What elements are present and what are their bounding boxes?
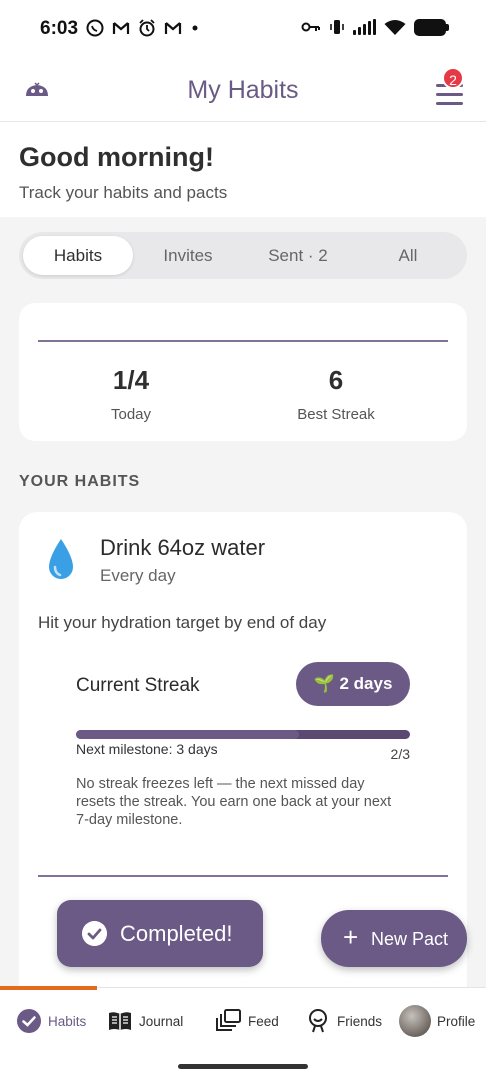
habit-description: Hit your hydration target by end of day [38,613,327,632]
new-pact-button[interactable]: + New Pact [321,910,467,967]
habit-frequency: Every day [100,566,176,585]
bottom-navigation: Habits Journal Feed Friends Profile [0,986,486,1080]
greeting-subtitle: Track your habits and pacts [19,183,228,202]
tab-all[interactable]: All [353,236,463,275]
alarm-icon [139,19,155,37]
signal-icon [353,19,376,35]
notification-badge: 2 [442,67,464,89]
stat-best-streak: 6 Best Streak [236,365,436,423]
nav-friends[interactable]: Friends [305,1006,382,1036]
wifi-icon [384,19,406,35]
stat-best-label: Best Streak [297,406,375,423]
nav-journal[interactable]: Journal [107,1006,183,1036]
vpn-key-icon [301,22,320,32]
nav-label: Profile [437,1013,476,1029]
completed-button[interactable]: Completed! [57,900,263,967]
stat-today-label: Today [110,406,152,423]
greeting-title: Good morning! [19,142,214,172]
streak-badge: 🌱 2 days [296,662,410,706]
streak-freeze-note: No streak freezes left — the next missed… [76,776,392,828]
nav-label: Habits [48,1013,87,1029]
menu-icon-line [436,93,463,96]
stat-today-value: 1/4 [112,365,150,395]
layers-icon [216,1009,241,1031]
system-icons [301,18,449,36]
next-milestone: Next milestone: 3 days [76,741,218,757]
nav-label: Feed [248,1013,279,1029]
stat-today: 1/4 Today [31,365,231,423]
home-indicator[interactable] [178,1064,308,1069]
greeting-section: Good morning! Track your habits and pact… [0,122,486,217]
page-title: My Habits [187,76,299,104]
nav-profile[interactable]: Profile [399,1004,475,1038]
habit-name: Drink 64oz water [100,535,266,560]
whatsapp-icon [86,19,104,37]
completed-button-label: Completed! [120,921,233,946]
divider [38,340,448,342]
milestone-progress-fill [76,730,299,739]
active-tab-indicator [0,986,97,990]
dot-icon [192,25,198,31]
status-time: 6:03 [40,18,79,39]
check-icon [82,921,107,946]
nav-habits[interactable]: Habits [16,1006,86,1036]
avatar [399,1005,431,1037]
water-drop-icon [49,539,73,579]
book-icon [109,1012,131,1030]
divider [38,875,448,877]
nav-feed[interactable]: Feed [216,1006,279,1036]
app-header: My Habits [0,60,486,122]
tab-sent[interactable]: Sent · 2 [243,236,353,275]
milestone-progress-bar [76,730,410,739]
current-streak-label: Current Streak [76,675,200,696]
section-title: YOUR HABITS [19,473,141,490]
tab-invites[interactable]: Invites [133,236,243,275]
stats-card: 1/4 Today 6 Best Streak [19,303,467,441]
gmail-icon [112,22,130,34]
tab-habits[interactable]: Habits [23,236,133,275]
stat-best-value: 6 [328,365,344,395]
gmail-icon [164,22,182,34]
notification-icons [86,19,200,37]
vibrate-icon [330,20,344,34]
plus-icon: + [343,922,359,952]
menu-icon-line [436,102,463,105]
segmented-tabs: Habits Invites Sent · 2 All [19,232,467,279]
new-pact-label: New Pact [371,929,449,949]
friends-icon [309,1009,327,1033]
status-bar: 6:03 [0,0,486,60]
nav-label: Friends [337,1013,383,1029]
milestone-ratio: 2/3 [390,746,410,762]
check-circle-icon [17,1009,41,1033]
battery-icon [414,18,449,36]
nav-label: Journal [139,1013,184,1029]
